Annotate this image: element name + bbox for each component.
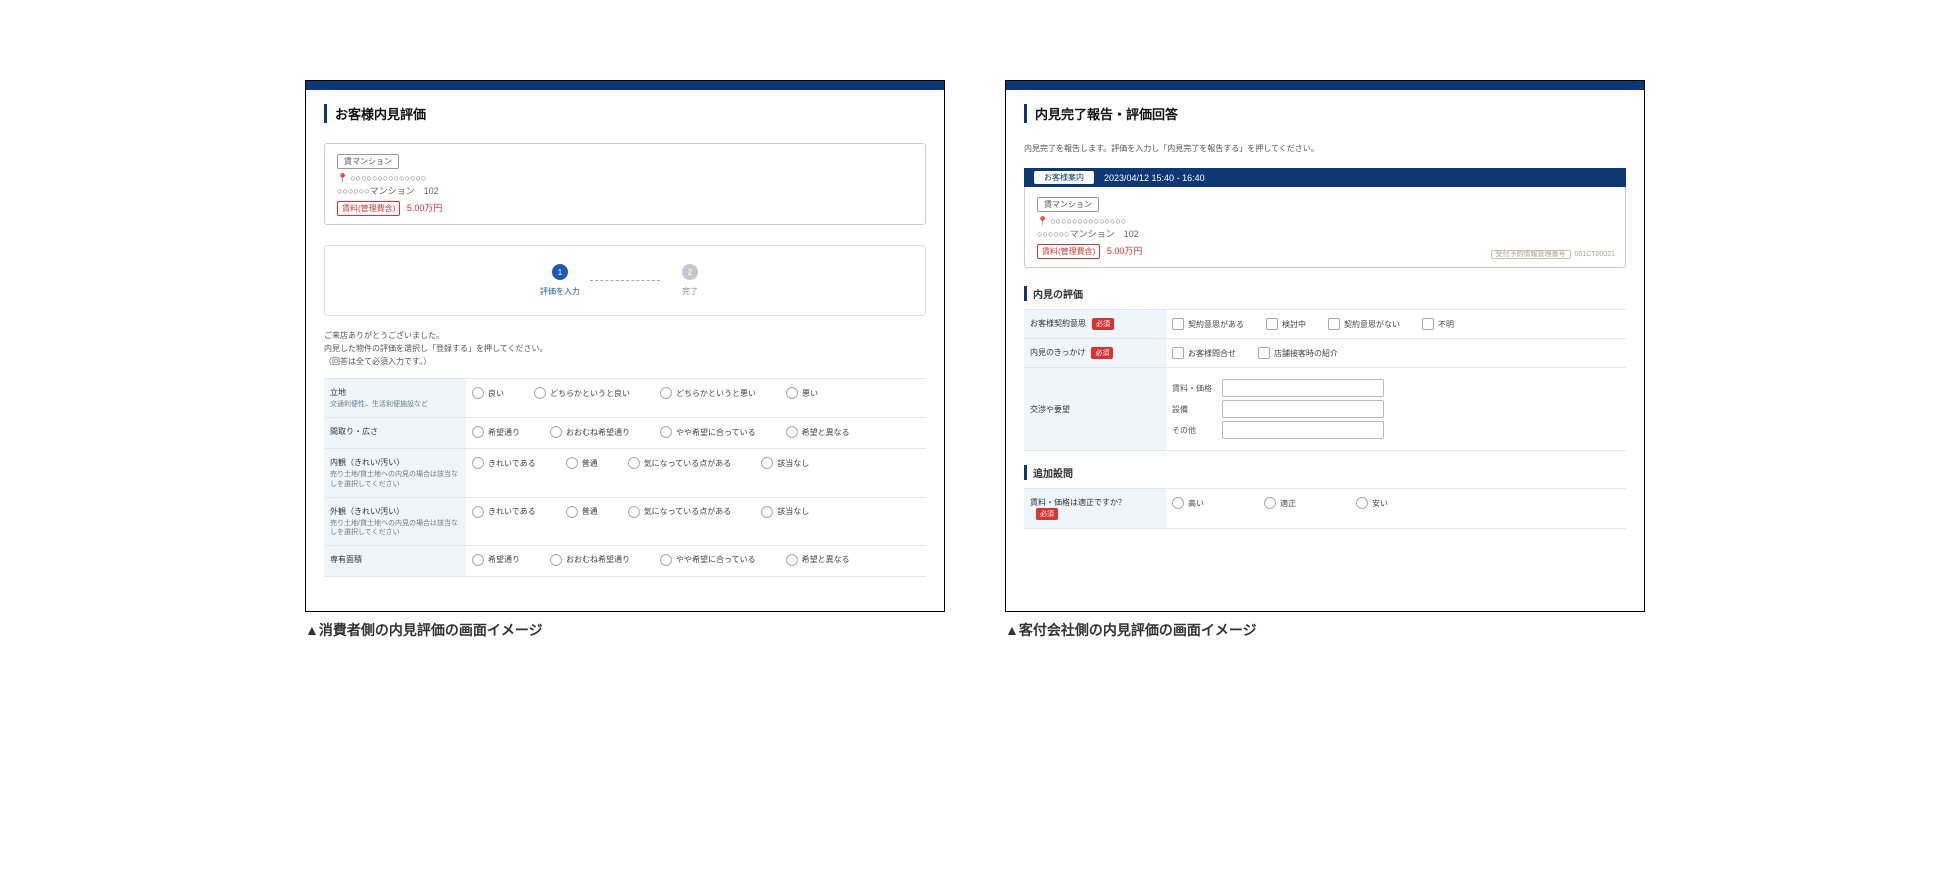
evaluation-form: 立地交通利便性、生活利便施設など 良い どちらかというと良い どちらかというと悪… [324, 378, 926, 576]
property-card: 賃マンション 📍○○○○○○○○○○○○○○ ○○○○○○マンション 102 賃… [324, 143, 926, 225]
property-address: ○○○○○○○○○○○○○○ [1050, 216, 1126, 226]
map-pin-icon: 📍 [1037, 216, 1048, 226]
negotiation-equipment-input[interactable] [1222, 400, 1384, 418]
rent-value: 5.00万円 [407, 203, 443, 213]
left-caption: ▲消費者側の内見評価の画面イメージ [305, 620, 945, 640]
radio-option[interactable]: どちらかというと良い [534, 387, 630, 399]
radio-option[interactable]: 高い [1172, 497, 1204, 509]
radio-option[interactable]: 該当なし [761, 506, 809, 518]
property-building: ○○○○○○マンション 102 [337, 184, 913, 197]
radio-option[interactable]: 悪い [786, 387, 818, 399]
instruction-text: 内見完了を報告します。評価を入力し「内見完了を報告する」を押してください。 [1024, 143, 1626, 154]
radio-option[interactable]: おおむね希望通り [550, 426, 630, 438]
radio-option[interactable]: 普通 [566, 506, 598, 518]
radio-option[interactable]: 希望と異なる [786, 426, 850, 438]
step-1-dot: 1 [552, 264, 568, 280]
property-building: ○○○○○○マンション 102 [1037, 227, 1613, 240]
banner-badge: お客様案内 [1034, 171, 1094, 184]
progress-stepper: 1 評価を入力 2 完了 [324, 245, 926, 316]
checkbox-option[interactable]: お客様問合せ [1172, 347, 1236, 359]
form-row: 立地交通利便性、生活利便施設など 良い どちらかというと良い どちらかというと悪… [324, 379, 926, 418]
form-row: 間取り・広さ 希望通り おおむね希望通り やや希望に合っている 希望と異なる [324, 418, 926, 449]
top-bar [1006, 81, 1644, 90]
radio-option[interactable]: 適正 [1264, 497, 1296, 509]
radio-option[interactable]: 該当なし [761, 457, 809, 469]
form-row: 内見のきっかけ必須 お客様問合せ 店舗接客時の紹介 [1024, 339, 1626, 368]
required-badge: 必須 [1091, 347, 1113, 359]
radio-option[interactable]: どちらかというと悪い [660, 387, 756, 399]
radio-option[interactable]: きれいである [472, 506, 536, 518]
radio-option[interactable]: きれいである [472, 457, 536, 469]
property-card: 賃マンション 📍○○○○○○○○○○○○○○ ○○○○○○マンション 102 賃… [1024, 187, 1626, 268]
instruction-text: ご来店ありがとうございました。 内見した物件の評価を選択し「登録する」を押してく… [324, 330, 926, 368]
rent-value: 5.00万円 [1107, 246, 1143, 256]
consumer-evaluation-panel: お客様内見評価 賃マンション 📍○○○○○○○○○○○○○○ ○○○○○○マンシ… [305, 80, 945, 612]
schedule-banner: お客様案内 2023/04/12 15:40 - 16:40 [1024, 168, 1626, 187]
section-header-evaluation: 内見の評価 [1024, 286, 1626, 301]
form-row: 外観（きれい/汚い）売り土地/貸土地への内見の場合は該当なしを選択してください … [324, 497, 926, 545]
step-2-label: 完了 [682, 286, 698, 297]
additional-questions-form: 賃料・価格は適正ですか？必須 高い 適正 安い [1024, 488, 1626, 529]
form-row: 内観（きれい/汚い）売り土地/貸土地への内見の場合は該当なしを選択してください … [324, 449, 926, 497]
radio-option[interactable]: おおむね希望通り [550, 554, 630, 566]
negotiation-other-input[interactable] [1222, 421, 1384, 439]
radio-option[interactable]: 希望通り [472, 426, 520, 438]
agent-report-panel: 内見完了報告・評価回答 内見完了を報告します。評価を入力し「内見完了を報告する」… [1005, 80, 1645, 612]
rent-label-tag: 賃料(管理費含) [1037, 244, 1100, 259]
radio-option[interactable]: 気になっている点がある [628, 457, 732, 469]
negotiation-price-input[interactable] [1222, 379, 1384, 397]
banner-datetime: 2023/04/12 15:40 - 16:40 [1104, 173, 1205, 183]
radio-option[interactable]: 気になっている点がある [628, 506, 732, 518]
page-title: 内見完了報告・評価回答 [1024, 104, 1626, 123]
checkbox-option[interactable]: 契約意思がある [1172, 318, 1244, 330]
step-1-label: 評価を入力 [540, 286, 580, 297]
property-type-tag: 賃マンション [1037, 197, 1099, 212]
rent-label-tag: 賃料(管理費含) [337, 201, 400, 216]
checkbox-option[interactable]: 店舗接客時の紹介 [1258, 347, 1338, 359]
required-badge: 必須 [1036, 508, 1058, 520]
checkbox-option[interactable]: 検討中 [1266, 318, 1306, 330]
required-badge: 必須 [1092, 318, 1114, 330]
section-header-additional: 追加設問 [1024, 465, 1626, 480]
radio-option[interactable]: 希望通り [472, 554, 520, 566]
map-pin-icon: 📍 [337, 173, 348, 183]
step-connector [590, 280, 660, 282]
radio-option[interactable]: やや希望に合っている [660, 554, 756, 566]
step-2-dot: 2 [682, 264, 698, 280]
reservation-number: 受付予約情報管理番号001CT00021 [1491, 249, 1615, 259]
right-caption: ▲客付会社側の内見評価の画面イメージ [1005, 620, 1645, 640]
page-title: お客様内見評価 [324, 104, 926, 123]
form-row: 賃料・価格は適正ですか？必須 高い 適正 安い [1024, 489, 1626, 529]
property-address: ○○○○○○○○○○○○○○ [350, 173, 426, 183]
radio-option[interactable]: 安い [1356, 497, 1388, 509]
radio-option[interactable]: 希望と異なる [786, 554, 850, 566]
form-row: 専有面積 希望通り おおむね希望通り やや希望に合っている 希望と異なる [324, 545, 926, 576]
radio-option[interactable]: 普通 [566, 457, 598, 469]
checkbox-option[interactable]: 契約意思がない [1328, 318, 1400, 330]
top-bar [306, 81, 944, 90]
form-row: お客様契約意思必須 契約意思がある 検討中 契約意思がない 不明 [1024, 310, 1626, 339]
checkbox-option[interactable]: 不明 [1422, 318, 1454, 330]
form-row: 交渉や要望 賃料・価格 設備 その他 [1024, 368, 1626, 451]
radio-option[interactable]: やや希望に合っている [660, 426, 756, 438]
radio-option[interactable]: 良い [472, 387, 504, 399]
property-type-tag: 賃マンション [337, 154, 399, 169]
agent-eval-form: お客様契約意思必須 契約意思がある 検討中 契約意思がない 不明 内見のきっかけ… [1024, 309, 1626, 451]
